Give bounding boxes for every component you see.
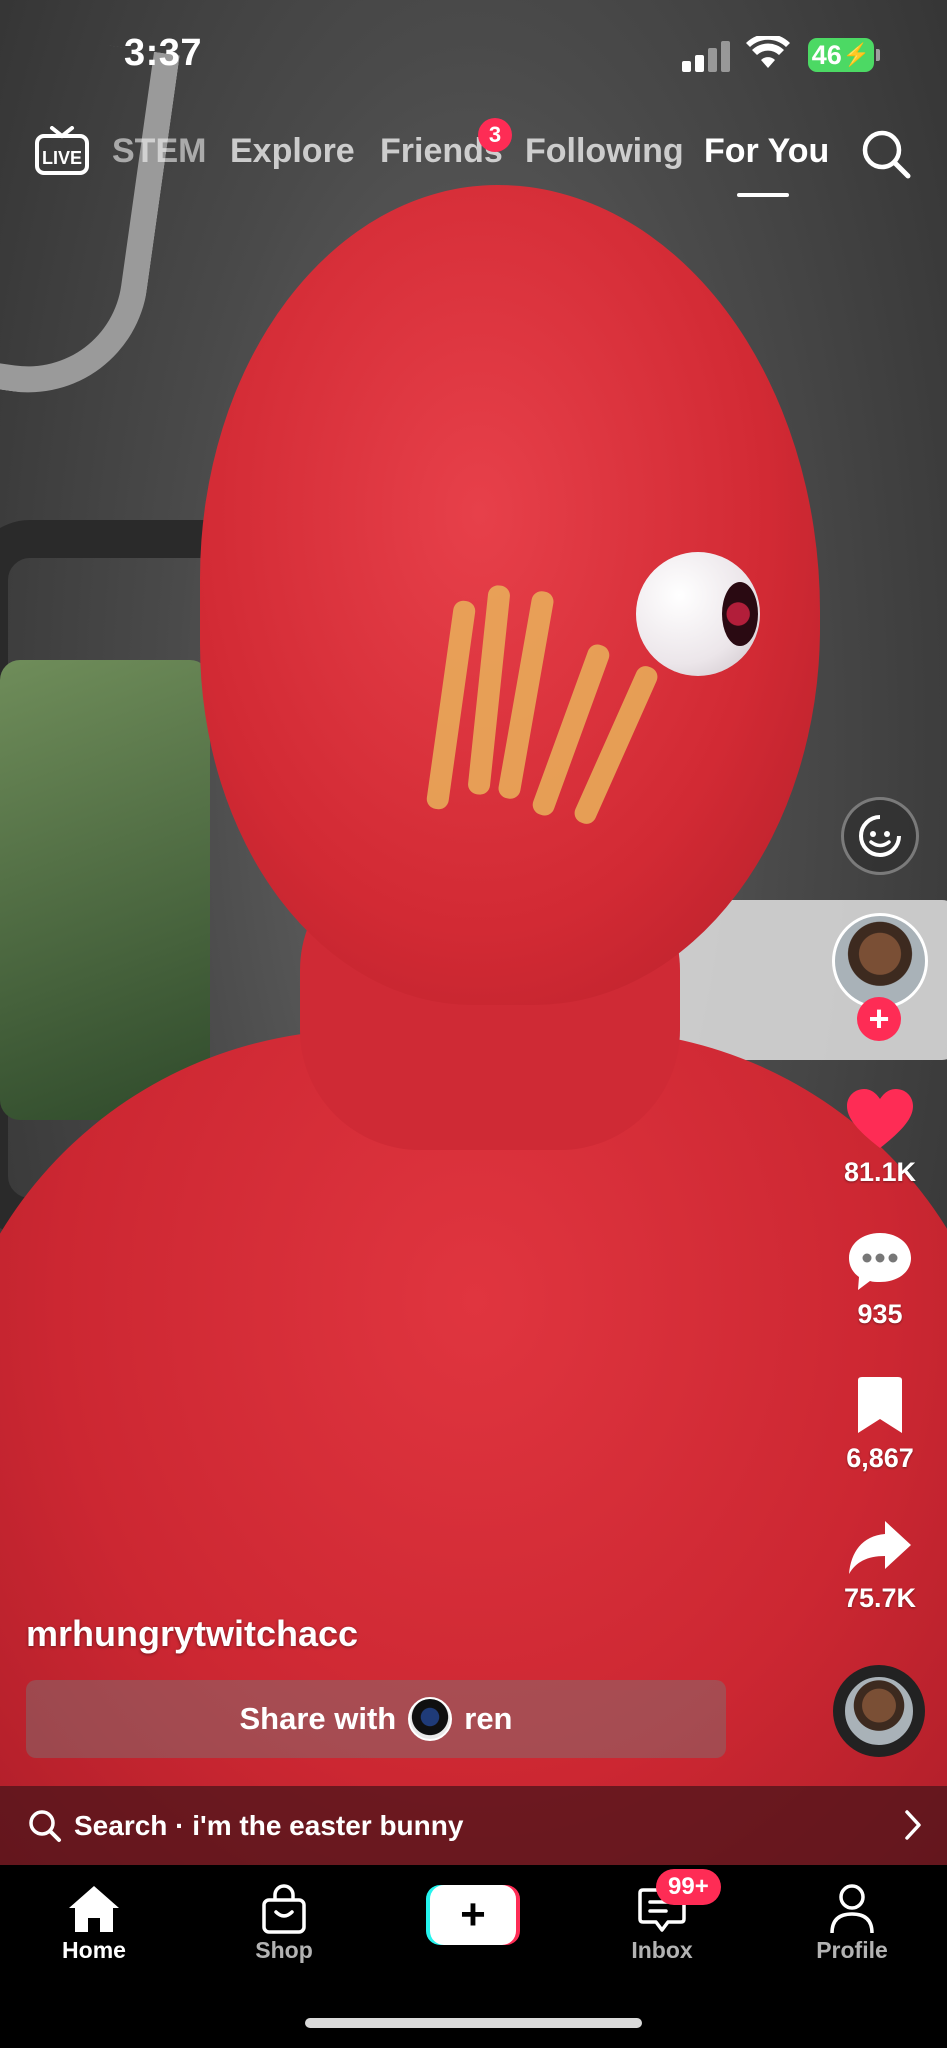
figure-eyeball <box>636 552 760 676</box>
tab-explore[interactable]: Explore <box>230 132 355 171</box>
charging-bolt-icon: ⚡ <box>842 42 871 67</box>
profile-icon <box>830 1884 874 1934</box>
related-search-bar[interactable]: Search · i'm the easter bunny <box>0 1786 947 1865</box>
active-tab-indicator <box>737 193 789 197</box>
save-count: 6,867 <box>846 1443 914 1473</box>
status-time: 3:37 <box>124 32 203 74</box>
svg-text:LIVE: LIVE <box>42 148 82 168</box>
battery-indicator: 46 ⚡ <box>808 38 880 72</box>
chevron-right-icon <box>905 1810 921 1840</box>
tab-for-you[interactable]: For You <box>704 132 829 171</box>
tab-home[interactable]: Home <box>29 1881 159 1964</box>
creator-avatar[interactable] <box>832 913 928 1009</box>
tab-following[interactable]: Following <box>525 132 684 171</box>
emoji-icon <box>859 815 901 857</box>
create-button[interactable]: + <box>426 1885 520 1945</box>
tab-profile-label: Profile <box>816 1937 888 1963</box>
figure-pupil <box>722 582 758 646</box>
comment-icon[interactable] <box>846 1230 914 1292</box>
search-icon <box>29 1809 61 1842</box>
tab-profile[interactable]: Profile <box>787 1881 917 1964</box>
car-grab-handle <box>0 28 180 408</box>
share-friend-avatar <box>408 1697 453 1741</box>
video-player[interactable] <box>0 0 947 1865</box>
follow-button[interactable]: + <box>857 997 901 1041</box>
share-count: 75.7K <box>843 1583 917 1613</box>
plus-icon: + <box>430 1885 516 1945</box>
wifi-icon <box>746 36 790 68</box>
search-icon[interactable] <box>860 128 912 180</box>
comment-count: 935 <box>857 1299 903 1329</box>
home-indicator[interactable] <box>305 2018 642 2028</box>
home-icon <box>69 1886 119 1932</box>
tiktok-screen: 3:37 46 ⚡ LIVE STEM Explore Friends 3 Fo… <box>0 0 947 2048</box>
music-disc[interactable] <box>833 1665 925 1757</box>
tab-shop-label: Shop <box>255 1937 313 1963</box>
related-search-text: Search · i'm the easter bunny <box>74 1809 464 1841</box>
share-with-label: Share with <box>239 1701 397 1736</box>
share-friend-name: ren <box>464 1701 513 1736</box>
live-icon[interactable]: LIVE <box>34 126 90 176</box>
save-action[interactable]: 6,867 <box>836 1376 924 1474</box>
heart-icon[interactable] <box>845 1088 915 1150</box>
tab-inbox-label: Inbox <box>631 1937 693 1963</box>
battery-level: 46 <box>811 39 842 70</box>
cellular-signal-icon <box>682 40 730 72</box>
share-icon[interactable] <box>847 1518 913 1576</box>
shop-icon <box>262 1884 306 1934</box>
effect-button[interactable] <box>841 797 919 875</box>
like-count: 81.1K <box>843 1157 917 1187</box>
friends-badge: 3 <box>478 118 512 152</box>
like-action[interactable]: 81.1K <box>836 1088 924 1188</box>
share-with-button[interactable]: Share with ren <box>26 1680 726 1758</box>
inbox-badge: 99+ <box>656 1869 721 1905</box>
share-action[interactable]: 75.7K <box>836 1518 924 1614</box>
creator-username[interactable]: mrhungrytwitchacc <box>26 1613 358 1655</box>
comment-action[interactable]: 935 <box>836 1230 924 1330</box>
tab-stem[interactable]: STEM <box>112 132 206 171</box>
tab-home-label: Home <box>62 1937 126 1963</box>
bookmark-icon[interactable] <box>852 1376 908 1436</box>
car-window <box>0 660 210 1120</box>
tab-shop[interactable]: Shop <box>219 1881 349 1964</box>
